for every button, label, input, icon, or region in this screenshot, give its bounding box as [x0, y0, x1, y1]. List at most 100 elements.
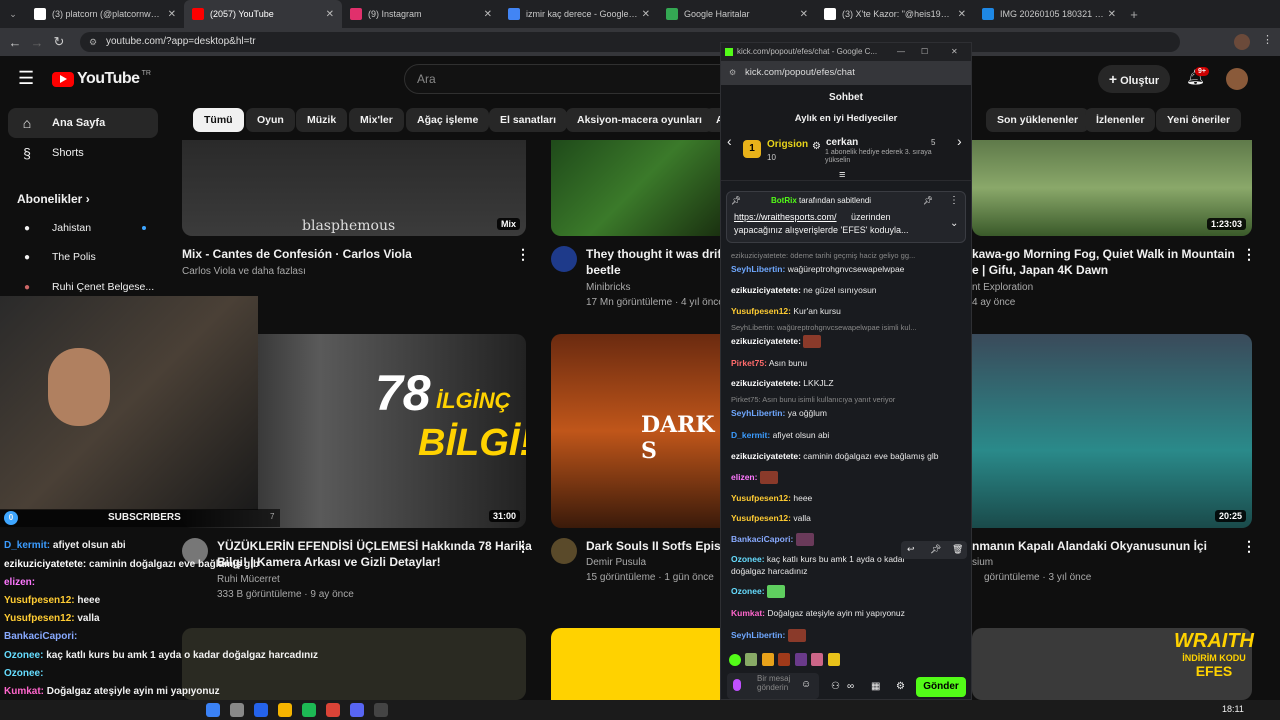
- browser-tab[interactable]: (3) platcorn (@platcornweb) / X ✕: [26, 0, 184, 28]
- chat-username[interactable]: ezikuziciyatetete:: [731, 285, 801, 295]
- tab-close-icon[interactable]: ✕: [484, 9, 492, 20]
- send-button[interactable]: Gönder: [916, 677, 966, 697]
- taskbar-clock[interactable]: 18:11: [1222, 704, 1244, 714]
- chip-3[interactable]: Mix'ler: [349, 108, 404, 132]
- chat-message[interactable]: ezikuziciyatetete: ne güzel ısınıyosun: [731, 284, 963, 296]
- chat-message[interactable]: Yusufpesen12: valla: [731, 512, 963, 524]
- taskbar-app-icon[interactable]: [326, 703, 340, 717]
- create-button[interactable]: + Oluştur: [1098, 65, 1170, 93]
- tab-close-icon[interactable]: ✕: [958, 9, 966, 20]
- chip-1[interactable]: Oyun: [246, 108, 295, 132]
- more-options-icon[interactable]: ⋮: [1242, 538, 1256, 555]
- chat-username[interactable]: SeyhLibertin:: [731, 630, 785, 640]
- chat-username[interactable]: Yusufpesen12:: [731, 513, 791, 523]
- video-thumbnail[interactable]: [551, 140, 721, 236]
- video-thumbnail[interactable]: DARK S: [551, 334, 721, 528]
- tab-search-icon[interactable]: ⌄: [0, 9, 26, 20]
- pinned-message[interactable]: 📌︎ BotRix tarafından sabitlendi 📌︎ ⋮ htt…: [726, 191, 966, 243]
- tab-close-icon[interactable]: ✕: [800, 9, 808, 20]
- site-info-icon[interactable]: ⚙: [89, 32, 97, 52]
- chat-username[interactable]: Pirket75:: [731, 358, 767, 368]
- unpin-icon[interactable]: 📌︎: [923, 196, 933, 205]
- chat-username[interactable]: ezikuziciyatetete:: [731, 378, 801, 388]
- emote-icon[interactable]: [745, 653, 758, 667]
- emote-icon[interactable]: [761, 653, 774, 667]
- browser-tab[interactable]: IMG 20260105 180321 hosted ✕: [974, 0, 1124, 28]
- chat-username[interactable]: ezikuziciyatetete:: [731, 451, 801, 461]
- browser-tab[interactable]: (2057) YouTube ✕: [184, 0, 342, 28]
- chat-username[interactable]: ezikuziciyatetete:: [731, 336, 801, 346]
- tab-close-icon[interactable]: ✕: [1108, 9, 1116, 20]
- settings-icon[interactable]: ⚙: [896, 681, 905, 692]
- more-icon[interactable]: ⋮: [949, 195, 959, 206]
- chat-username[interactable]: Ozonee:: [731, 554, 765, 564]
- emote-icon[interactable]: [778, 653, 791, 667]
- expand-icon[interactable]: ⌄: [950, 218, 958, 229]
- chat-message[interactable]: SeyhLibertin:: [731, 629, 963, 643]
- video-channel[interactable]: Carlos Viola ve daha fazlası: [182, 264, 306, 279]
- pinned-link[interactable]: https://wraithesports.com/: [734, 212, 837, 222]
- profile-avatar[interactable]: [1234, 34, 1250, 50]
- chip-0[interactable]: Tümü: [193, 108, 244, 132]
- taskbar-app-icon[interactable]: [350, 703, 364, 717]
- search-input[interactable]: Ara: [404, 64, 734, 94]
- chat-username[interactable]: SeyhLibertin:: [731, 408, 785, 418]
- chat-message[interactable]: Yusufpesen12: Kur'an kursu: [731, 305, 963, 317]
- sidebar-item-shorts[interactable]: § Shorts: [8, 138, 158, 168]
- chat-message[interactable]: SeyhLibertin: ya oğğlum: [731, 407, 963, 419]
- taskbar-app-icon[interactable]: [254, 703, 268, 717]
- tab-close-icon[interactable]: ✕: [326, 9, 334, 20]
- site-info-icon[interactable]: ⚙: [729, 61, 736, 85]
- start-icon[interactable]: [206, 703, 220, 717]
- reply-context[interactable]: SeyhLibertin: wağüreptrohgnvcsewapelwpae…: [731, 323, 963, 332]
- maximize-icon[interactable]: ☐: [921, 43, 928, 61]
- new-tab-button[interactable]: +: [1124, 7, 1144, 22]
- video-thumbnail[interactable]: 1:23:03: [972, 140, 1252, 236]
- chip-6[interactable]: Aksiyon-macera oyunları: [566, 108, 713, 132]
- taskbar-app-icon[interactable]: [374, 703, 388, 717]
- chat-message[interactable]: Pirket75: Asın bunu: [731, 357, 963, 369]
- account-avatar[interactable]: [1226, 68, 1248, 90]
- hamburger-menu-icon[interactable]: ☰: [18, 68, 34, 89]
- emote-icon[interactable]: [729, 653, 741, 666]
- subscriptions-heading[interactable]: Abonelikler ›: [17, 192, 90, 206]
- taskbar-app-icon[interactable]: [302, 703, 316, 717]
- collapse-icon[interactable]: ≡: [839, 169, 845, 181]
- chat-input[interactable]: Bir mesaj gönderin ☺: [727, 673, 819, 699]
- chat-username[interactable]: Ozonee:: [731, 586, 765, 596]
- sub-gift-icon[interactable]: ⚇: [831, 681, 840, 692]
- chat-username[interactable]: BankaciCapori:: [731, 534, 793, 544]
- video-title[interactable]: nmanın Kapalı Alandaki Okyanusunun İçi: [972, 538, 1207, 554]
- menu-dots-icon[interactable]: ⋮: [1262, 33, 1273, 46]
- prev-icon[interactable]: ‹: [727, 133, 732, 149]
- chat-message[interactable]: elizen:: [731, 471, 963, 485]
- forward-icon[interactable]: →: [26, 35, 48, 50]
- browser-tab[interactable]: (3) X'te Kazor: "@heis1905 Vid ✕: [816, 0, 974, 28]
- url-field[interactable]: ⚙ youtube.com/?app=desktop&hl=tr: [80, 32, 1180, 52]
- video-title[interactable]: They thought it was driftw: [586, 246, 735, 262]
- browser-tab[interactable]: (9) Instagram ✕: [342, 0, 500, 28]
- chat-message[interactable]: D_kermit: afiyet olsun abi: [731, 429, 963, 441]
- link-icon[interactable]: ∞: [847, 681, 854, 692]
- emote-icon[interactable]: [811, 653, 824, 667]
- chat-username[interactable]: elizen:: [731, 472, 757, 482]
- chat-message[interactable]: ezikuziciyatetete: caminin doğalgazı eve…: [731, 450, 963, 462]
- chat-username[interactable]: Kumkat:: [731, 608, 765, 618]
- chat-message[interactable]: ezikuziciyatetete:: [731, 335, 963, 349]
- emote-icon[interactable]: [794, 653, 807, 667]
- video-thumbnail[interactable]: blasphemous Mix: [182, 140, 526, 236]
- video-thumbnail[interactable]: 20:25: [972, 334, 1252, 528]
- tab-close-icon[interactable]: ✕: [642, 9, 650, 20]
- more-options-icon[interactable]: ⋮: [516, 538, 530, 555]
- video-channel[interactable]: Minibricks: [586, 280, 630, 295]
- chat-message[interactable]: ezikuziciyatetete: LKKJLZ: [731, 377, 963, 389]
- chip-10[interactable]: Yeni öneriler: [1156, 108, 1242, 132]
- video-title[interactable]: Dark Souls II Sotfs Episod: [586, 538, 735, 554]
- chip-9[interactable]: İzlenenler: [1085, 108, 1156, 132]
- reply-icon[interactable]: ↩: [907, 544, 915, 555]
- chat-message[interactable]: Ozonee:: [731, 585, 963, 599]
- chat-username[interactable]: Yusufpesen12:: [731, 306, 791, 316]
- more-options-icon[interactable]: ⋮: [1242, 246, 1256, 263]
- sidebar-item-home[interactable]: ⌂ Ana Sayfa: [8, 108, 158, 138]
- taskbar-app-icon[interactable]: [278, 703, 292, 717]
